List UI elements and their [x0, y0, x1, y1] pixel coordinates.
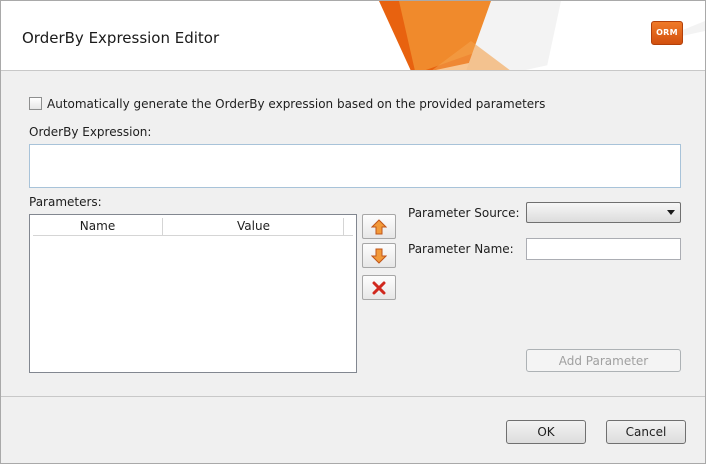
- cancel-button[interactable]: Cancel: [606, 420, 686, 444]
- orm-logo: ORM: [651, 21, 683, 45]
- orderby-expression-input[interactable]: [29, 144, 681, 188]
- add-parameter-button[interactable]: Add Parameter: [526, 349, 681, 372]
- delete-parameter-button[interactable]: [362, 275, 396, 300]
- auto-generate-checkbox[interactable]: [29, 97, 42, 110]
- arrow-down-icon: [371, 248, 387, 264]
- parameter-name-label: Parameter Name:: [408, 242, 514, 256]
- move-down-button[interactable]: [362, 243, 396, 268]
- dialog-title: OrderBy Expression Editor: [22, 29, 220, 47]
- arrow-up-icon: [371, 218, 387, 234]
- move-up-button[interactable]: [362, 214, 396, 239]
- parameter-name-input[interactable]: [526, 238, 681, 260]
- grid-header: Name Value: [33, 218, 353, 236]
- orderby-expression-editor-dialog: OrderBy Expression Editor ORM Automatica…: [0, 0, 706, 464]
- chevron-down-icon: [667, 210, 675, 215]
- parameter-source-combobox[interactable]: [526, 202, 681, 223]
- column-header-name[interactable]: Name: [33, 218, 163, 236]
- delete-x-icon: [372, 281, 386, 294]
- dialog-footer: [1, 396, 705, 463]
- column-header-value[interactable]: Value: [164, 218, 344, 236]
- parameter-source-label: Parameter Source:: [408, 206, 520, 220]
- auto-generate-label[interactable]: Automatically generate the OrderBy expre…: [47, 97, 545, 111]
- ok-button[interactable]: OK: [506, 420, 586, 444]
- parameters-label: Parameters:: [29, 195, 102, 209]
- dialog-header: OrderBy Expression Editor ORM: [1, 1, 705, 71]
- parameters-grid[interactable]: Name Value: [29, 214, 357, 373]
- orderby-expression-label: OrderBy Expression:: [29, 125, 152, 139]
